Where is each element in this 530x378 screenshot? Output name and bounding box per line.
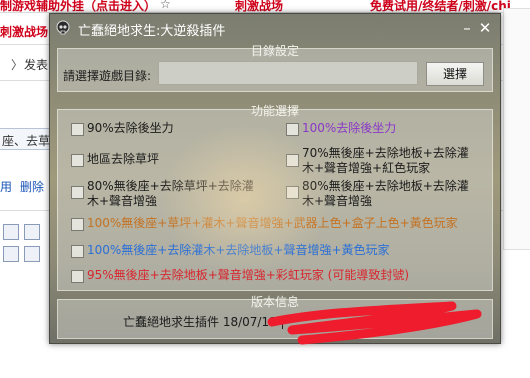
indent-icon[interactable]	[24, 246, 40, 262]
function-group-legend: 功能選擇	[250, 104, 299, 118]
checkbox-combo-100-yellow[interactable]	[71, 218, 84, 231]
option-combo-95-rainbow[interactable]: 95%無後座+去除地板+聲音增強+彩虹玩家 (可能導致封號)	[87, 268, 409, 283]
option-combo-80-floor-line1: 80%無後座+去除地板+去除灌	[302, 179, 469, 193]
window-title: 亡蠢絕地求生:大逆殺插件	[78, 24, 226, 39]
subject-input[interactable]: 座、去草	[0, 128, 51, 150]
option-remove-grass[interactable]: 地區去除草坪	[87, 152, 159, 167]
option-combo-80-grass-line2: 木+聲音增強	[87, 194, 158, 208]
option-combo-80-grass[interactable]: 80%無後座+去除草坪+去除灌 木+聲音增強	[87, 179, 254, 209]
option-combo-70-line2: 木+聲音增強+紅色玩家	[302, 161, 431, 175]
directory-prompt: 請選擇遊戲目錄:	[63, 69, 152, 83]
promo-link-mid[interactable]: 刺激战场	[235, 0, 283, 14]
redaction-scribble	[267, 301, 482, 345]
title-bar[interactable]: 亡蠢絕地求生:大逆殺插件 – ✕	[50, 14, 500, 42]
minimize-button[interactable]: –	[457, 18, 477, 38]
toolbar-link-use[interactable]: 用	[0, 178, 12, 195]
directory-group-legend: 目錄設定	[250, 44, 299, 58]
breadcrumb-arrow-icon: 〉	[11, 58, 24, 72]
option-combo-70-line1: 70%無後座+去除地板+去除灌	[302, 146, 469, 160]
option-combo-80-floor-line2: 木+聲音增強	[302, 194, 373, 208]
checkbox-recoil-90[interactable]	[71, 123, 84, 136]
option-recoil-90[interactable]: 90%去除後坐力	[87, 121, 174, 136]
option-combo-80-grass-line1: 80%無後座+去除草坪+去除灌	[87, 179, 254, 193]
toolbar-link-delete[interactable]: 删除	[20, 178, 44, 195]
option-combo-70[interactable]: 70%無後座+去除地板+去除灌 木+聲音增強+紅色玩家	[302, 146, 469, 176]
breadcrumb[interactable]: 发表	[24, 56, 48, 73]
promo-link-left[interactable]: 制游戏辅助外挂（点击进入）	[0, 0, 156, 14]
align-center-icon[interactable]	[24, 224, 40, 240]
side-panel	[503, 8, 530, 250]
game-directory-input[interactable]	[158, 61, 418, 85]
checkbox-combo-80-grass[interactable]	[71, 186, 84, 199]
checkbox-remove-grass[interactable]	[71, 154, 84, 167]
browse-button[interactable]: 選擇	[426, 62, 484, 86]
promo-link-right[interactable]: 免费试用/终结者/刺激/chi	[370, 0, 511, 14]
option-combo-100-blue[interactable]: 100%無後座+去除灌木+去除地板+聲音增強+黃色玩家	[87, 243, 390, 258]
star-icon: ☆	[160, 0, 171, 11]
option-combo-80-floor[interactable]: 80%無後座+去除地板+去除灌 木+聲音增強	[302, 179, 469, 209]
checkbox-combo-100-blue[interactable]	[71, 245, 84, 258]
close-button[interactable]: ✕	[475, 18, 495, 38]
checkbox-combo-80-floor[interactable]	[286, 186, 299, 199]
align-left-icon[interactable]	[3, 224, 19, 240]
option-combo-100-yellow[interactable]: 100%無後座+草坪+灌木+聲音增強+武器上色+盒子上色+黃色玩家	[87, 216, 458, 231]
option-recoil-100[interactable]: 100%去除後坐力	[302, 121, 396, 136]
checkbox-combo-70[interactable]	[286, 154, 299, 167]
skull-icon	[56, 20, 70, 35]
version-info: 亡蠢絕地求生插件 18/07/11 |	[123, 315, 285, 329]
checkbox-recoil-100[interactable]	[286, 123, 299, 136]
checkbox-combo-95-rainbow[interactable]	[71, 270, 84, 283]
list-icon[interactable]	[3, 246, 19, 262]
subject-text: 座、去草	[2, 134, 51, 148]
